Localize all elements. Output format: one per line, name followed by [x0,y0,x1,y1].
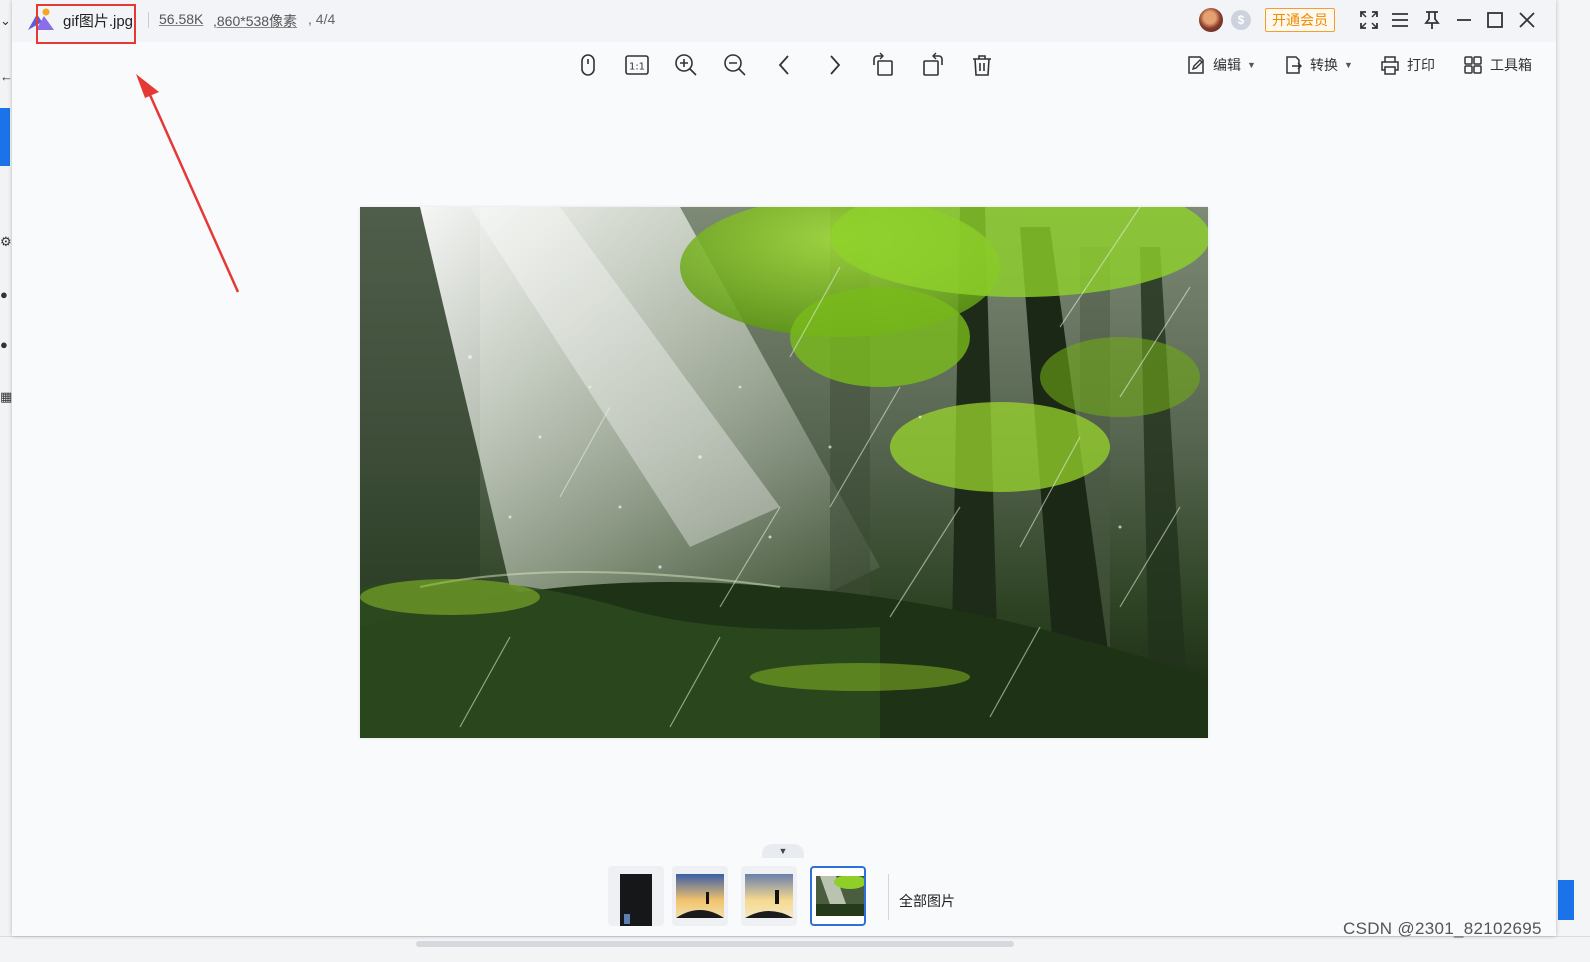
thumbnail-hiker-sunset-1[interactable] [672,866,728,926]
edit-icon [1188,56,1204,74]
printer-icon [1381,56,1399,75]
thumbnail-forest-rain-selected[interactable] [810,866,866,926]
actual-size-icon[interactable]: 1:1 [624,52,650,78]
close-icon[interactable] [1515,8,1539,32]
vip-button[interactable]: 开通会员 [1265,8,1335,32]
pin-icon[interactable] [1420,8,1444,32]
rotate-left-icon[interactable] [870,52,896,78]
cloud-icon: ● [0,337,8,352]
edit-dropdown-icon: ▼ [1247,60,1256,70]
thumbnail-image [676,874,724,918]
rotate-right-icon[interactable] [920,52,946,78]
print-button[interactable]: 打印 [1379,52,1435,78]
edit-button[interactable]: 编辑 ▼ [1185,52,1256,78]
thumbnail-toggle[interactable]: ▼ [762,844,804,858]
annotation-arrow [136,74,240,293]
annotation-highlight-box [36,4,136,44]
gear-icon: ⚙ [0,234,12,249]
convert-icon [1286,56,1302,74]
file-dimensions[interactable]: ,860*538像素 [213,11,297,31]
background-active-item [0,108,10,166]
convert-dropdown-icon: ▼ [1344,60,1353,70]
background-scrollbar[interactable] [416,941,1014,947]
zoom-in-icon[interactable] [673,52,699,78]
menu-icon[interactable] [1388,8,1412,32]
background-blue-tab [1558,880,1574,920]
print-label: 打印 [1407,57,1435,73]
coin-icon[interactable]: $ [1231,10,1251,30]
csdn-watermark: CSDN @2301_82102695 [1343,919,1542,938]
users-icon: ● [0,287,8,302]
maximize-icon[interactable] [1483,8,1507,32]
thumbnail-image [620,874,652,926]
background-app-bottom [0,936,1590,962]
title-bar: gif图片.jpg 56.58K ,860*538像素 , 4/4 $ 开通会员 [12,0,1556,44]
thumbnail-strip: 全部图片 [608,860,968,936]
thumbnail-dark-poster[interactable] [608,866,664,926]
thumbnail-hiker-sunset-2[interactable] [741,866,797,926]
toolbox-button[interactable]: 工具箱 [1462,52,1532,78]
convert-label: 转换 [1310,57,1338,73]
title-separator [148,12,149,28]
mouse-icon[interactable] [575,52,601,78]
background-app-right-edge [1556,0,1590,961]
user-avatar[interactable] [1199,8,1223,32]
toolbox-label: 工具箱 [1490,57,1532,73]
thumbnail-separator [888,874,889,920]
file-position: , 4/4 [308,11,336,27]
chevron-down-icon: ⌄ [0,13,11,28]
zoom-out-icon[interactable] [722,52,748,78]
edit-label: 编辑 [1213,57,1241,73]
minimize-icon[interactable] [1452,8,1476,32]
back-arrow-icon: ← [0,69,13,84]
next-icon[interactable] [821,52,847,78]
fullscreen-icon[interactable] [1357,8,1381,32]
thumbnail-image [816,876,864,916]
image-viewer-window: gif图片.jpg 56.58K ,860*538像素 , 4/4 $ 开通会员 [12,0,1556,936]
displayed-image-forest-rain[interactable] [360,207,1208,738]
toolbox-grid-icon [1464,56,1482,74]
all-images-link[interactable]: 全部图片 [899,891,955,911]
convert-button[interactable]: 转换 ▼ [1282,52,1353,78]
previous-icon[interactable] [772,52,798,78]
thumbnail-image [745,874,793,918]
grid-icon: ▦ [0,389,13,404]
delete-icon[interactable] [969,52,995,78]
file-size[interactable]: 56.58K [159,11,203,27]
background-app-sidebar: ⌄ ← ⚙ ● ● ▦ [0,0,13,961]
actual-size-label: 1:1 [629,62,645,73]
